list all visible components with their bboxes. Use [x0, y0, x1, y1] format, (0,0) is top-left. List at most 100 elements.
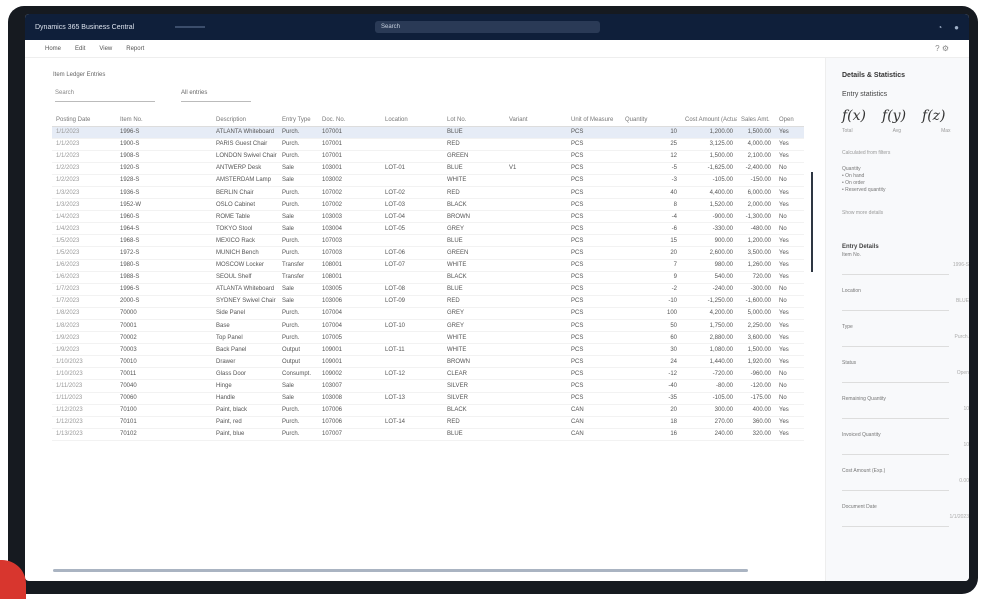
column-header[interactable]: Posting Date: [52, 114, 116, 127]
avatar-icon[interactable]: ●: [954, 23, 959, 32]
table-cell: BLUE: [443, 283, 505, 296]
table-row[interactable]: 1/10/2023 70010 Drawer Output 109001 BROWN PCS…: [52, 355, 804, 369]
posting-date-cell[interactable]: 1/7/2023: [52, 283, 116, 296]
table-cell: LOT-14: [381, 416, 443, 429]
posting-date-cell[interactable]: 1/6/2023: [52, 271, 116, 284]
posting-date-cell[interactable]: 1/4/2023: [52, 222, 116, 236]
menu-item-report[interactable]: Report: [126, 46, 144, 52]
table-row[interactable]: 1/4/2023 1964-S TOKYO Stool Sale 103004 LOT-0…: [52, 222, 804, 236]
table-row[interactable]: 1/3/2023 1952-W OSLO Cabinet Purch. 107002 LO…: [52, 198, 804, 212]
table-cell: 12: [621, 150, 681, 163]
table-row[interactable]: 1/1/2023 1900-S PARIS Guest Chair Purch. 107…: [52, 138, 804, 151]
posting-date-cell[interactable]: 1/4/2023: [52, 210, 116, 224]
list-item[interactable]: • Reserved quantity: [842, 187, 969, 194]
table-cell: Yes: [775, 404, 804, 417]
table-cell: No: [775, 222, 804, 236]
posting-date-cell[interactable]: 1/3/2023: [52, 186, 116, 200]
table-row[interactable]: 1/13/2023 70102 Paint, blue Purch. 107007 BLU…: [52, 428, 804, 441]
posting-date-cell[interactable]: 1/11/2023: [52, 392, 116, 405]
column-header[interactable]: Cost Amount (Actual): [681, 114, 737, 127]
column-header[interactable]: Lot No.: [443, 114, 505, 127]
posting-date-cell[interactable]: 1/7/2023: [52, 295, 116, 308]
posting-date-cell[interactable]: 1/5/2023: [52, 246, 116, 260]
posting-date-cell[interactable]: 1/1/2023: [52, 126, 116, 139]
menu-item-home[interactable]: Home: [45, 46, 61, 52]
view-filter-dropdown[interactable]: All entries: [181, 90, 251, 102]
posting-date-cell[interactable]: 1/1/2023: [52, 138, 116, 151]
table-row[interactable]: 1/2/2023 1928-S AMSTERDAM Lamp Sale 103002 WH…: [52, 174, 804, 187]
list-item[interactable]: • On hand: [842, 173, 969, 180]
table-cell: -6: [621, 222, 681, 236]
table-row[interactable]: 1/6/2023 1980-S MOSCOW Locker Transfer 10800…: [52, 259, 804, 272]
table-cell: 60: [621, 331, 681, 345]
table-row[interactable]: 1/1/2023 1908-S LONDON Swivel Chair Purch. 1…: [52, 150, 804, 163]
table-cell: -960.00: [737, 367, 775, 381]
table-row[interactable]: 1/12/2023 70100 Paint, black Purch. 107006 BL…: [52, 404, 804, 417]
list-item[interactable]: • On order: [842, 180, 969, 187]
table-row[interactable]: 1/5/2023 1972-S MUNICH Bench Purch. 107003 LO…: [52, 246, 804, 260]
column-header[interactable]: Quantity: [621, 114, 681, 127]
posting-date-cell[interactable]: 1/12/2023: [52, 416, 116, 429]
table-row[interactable]: 1/9/2023 70003 Back Panel Output 109001 LOT-1…: [52, 343, 804, 357]
table-row[interactable]: 1/7/2023 1996-S ATLANTA Whiteboard Sale 1030…: [52, 283, 804, 296]
posting-date-cell[interactable]: 1/8/2023: [52, 307, 116, 321]
posting-date-cell[interactable]: 1/1/2023: [52, 150, 116, 163]
show-more-link[interactable]: Show more details: [842, 210, 969, 216]
table-cell: Yes: [775, 319, 804, 333]
table-row[interactable]: 1/7/2023 2000-S SYDNEY Swivel Chair Sale 103…: [52, 295, 804, 308]
posting-date-cell[interactable]: 1/9/2023: [52, 331, 116, 345]
table-row[interactable]: 1/8/2023 70001 Base Purch. 107004 LOT-10 GREY P…: [52, 319, 804, 333]
posting-date-cell[interactable]: 1/2/2023: [52, 174, 116, 187]
table-row[interactable]: 1/5/2023 1968-S MEXICO Rack Purch. 107003 BLU…: [52, 234, 804, 248]
column-header[interactable]: Item No.: [116, 114, 212, 127]
column-header[interactable]: Sales Amt.: [737, 114, 775, 127]
posting-date-cell[interactable]: 1/8/2023: [52, 319, 116, 333]
table-cell: [505, 392, 567, 405]
table-cell: CAN: [567, 416, 621, 429]
posting-date-cell[interactable]: 1/13/2023: [52, 428, 116, 441]
table-row[interactable]: 1/1/2023 1996-S ATLANTA Whiteboard Purch. 10…: [52, 126, 804, 139]
formula-icon[interactable]: f(x): [842, 108, 866, 124]
vertical-scrollbar[interactable]: [811, 172, 813, 272]
column-header[interactable]: Entry Type: [278, 114, 318, 127]
table-row[interactable]: 1/9/2023 70002 Top Panel Purch. 107005 WHITE P…: [52, 331, 804, 345]
table-row[interactable]: 1/4/2023 1960-S ROME Table Sale 103003 LOT-04…: [52, 210, 804, 224]
formula-icon[interactable]: f(z): [922, 108, 945, 124]
posting-date-cell[interactable]: 1/11/2023: [52, 379, 116, 393]
column-header[interactable]: Doc. No.: [318, 114, 381, 127]
help-settings-icons[interactable]: ? ⚙: [935, 44, 949, 53]
posting-date-cell[interactable]: 1/2/2023: [52, 162, 116, 175]
menu-item-edit[interactable]: Edit: [75, 46, 85, 52]
posting-date-cell[interactable]: 1/12/2023: [52, 404, 116, 417]
posting-date-cell[interactable]: 1/3/2023: [52, 198, 116, 212]
horizontal-scrollbar[interactable]: [53, 569, 748, 572]
divider: [842, 382, 949, 383]
table-row[interactable]: 1/10/2023 70011 Glass Door Consumpt. 109002 L…: [52, 367, 804, 381]
column-header[interactable]: Unit of Measure: [567, 114, 621, 127]
formula-icon[interactable]: f(y): [882, 108, 906, 124]
table-row[interactable]: 1/11/2023 70040 Hinge Sale 103007 SILVER PCS -4…: [52, 379, 804, 393]
posting-date-cell[interactable]: 1/9/2023: [52, 343, 116, 357]
column-header[interactable]: Description: [212, 114, 278, 127]
table-row[interactable]: 1/12/2023 70101 Paint, red Purch. 107006 LOT-…: [52, 416, 804, 429]
bell-icon[interactable]: ◔: [937, 23, 942, 32]
table-cell: LOT-12: [381, 367, 443, 381]
column-header[interactable]: Open: [775, 114, 804, 127]
table-cell: SILVER: [443, 392, 505, 405]
table-row[interactable]: 1/6/2023 1988-S SEOUL Shelf Transfer 108001 B…: [52, 271, 804, 284]
column-header[interactable]: Variant: [505, 114, 567, 127]
table-row[interactable]: 1/11/2023 70060 Handle Sale 103008 LOT-13 SILV…: [52, 392, 804, 405]
posting-date-cell[interactable]: 1/10/2023: [52, 367, 116, 381]
posting-date-cell[interactable]: 1/5/2023: [52, 234, 116, 248]
global-search-input[interactable]: Search: [375, 21, 600, 33]
table-cell: Yes: [775, 246, 804, 260]
menu-item-view[interactable]: View: [99, 46, 112, 52]
table-row[interactable]: 1/2/2023 1920-S ANTWERP Desk Sale 103001 LOT-…: [52, 162, 804, 175]
column-header[interactable]: Location: [381, 114, 443, 127]
table-row[interactable]: 1/8/2023 70000 Side Panel Purch. 107004 GREY P…: [52, 307, 804, 321]
table-row[interactable]: 1/3/2023 1936-S BERLIN Chair Purch. 107002 LO…: [52, 186, 804, 200]
posting-date-cell[interactable]: 1/6/2023: [52, 259, 116, 272]
table-cell: [505, 222, 567, 236]
search-input[interactable]: Search: [55, 90, 155, 102]
posting-date-cell[interactable]: 1/10/2023: [52, 355, 116, 369]
